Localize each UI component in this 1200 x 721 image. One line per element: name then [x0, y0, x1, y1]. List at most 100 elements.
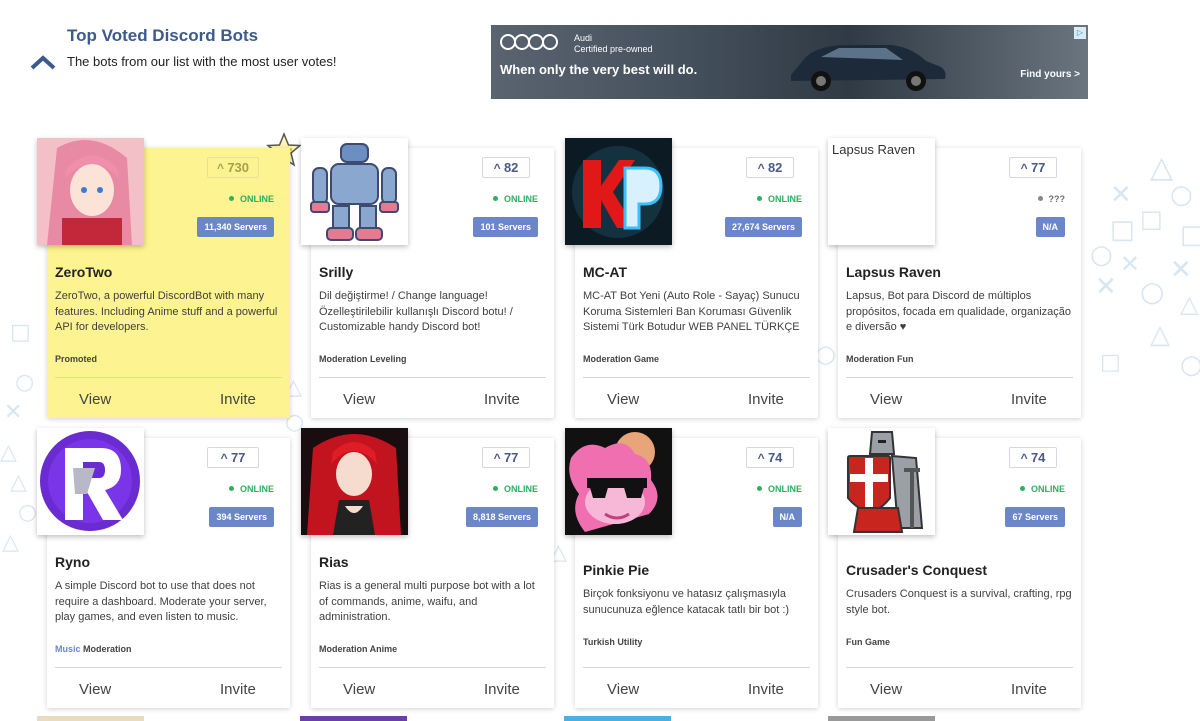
status-label: ONLINE: [239, 194, 274, 204]
view-button[interactable]: View: [79, 681, 111, 698]
next-row-avatar: [828, 716, 935, 721]
view-button[interactable]: View: [870, 391, 902, 408]
server-count-badge: N/A: [772, 507, 802, 527]
bot-name[interactable]: ZeroTwo: [55, 264, 112, 280]
adchoices-icon[interactable]: ▷: [1074, 27, 1086, 39]
bot-name[interactable]: Ryno: [55, 554, 90, 570]
chevron-up-icon: ^: [220, 451, 231, 465]
view-button[interactable]: View: [870, 681, 902, 698]
tag-list[interactable]: Moderation Leveling: [319, 354, 407, 364]
bot-card[interactable]: ^ 730 ONLINE 11,340 Servers ZeroTwo ZeroTwo,…: [37, 138, 290, 418]
invite-button[interactable]: Invite: [220, 681, 256, 698]
invite-button[interactable]: Invite: [1011, 681, 1047, 698]
crusader-knight-avatar[interactable]: [828, 428, 935, 535]
tag-list[interactable]: Moderation Fun: [846, 354, 914, 364]
card-divider: [583, 667, 810, 668]
status-label: ONLINE: [1030, 484, 1065, 494]
tag-list[interactable]: Promoted: [55, 354, 97, 364]
server-count-badge: 101 Servers: [473, 217, 538, 237]
status-label: ONLINE: [503, 194, 538, 204]
bot-name[interactable]: Crusader's Conquest: [846, 562, 987, 578]
upvote-button[interactable]: ^ 77: [1009, 157, 1057, 178]
status-badge: ONLINE: [228, 194, 274, 204]
anime-girl-avatar[interactable]: [37, 138, 144, 245]
card-divider: [319, 667, 546, 668]
tag-link[interactable]: Music: [55, 644, 81, 654]
status-dot-icon: [756, 486, 762, 491]
upvote-button[interactable]: ^ 77: [482, 447, 530, 468]
tag-list[interactable]: Fun Game: [846, 637, 890, 647]
kp-logo-avatar[interactable]: [565, 138, 672, 245]
card-actions: View Invite: [575, 391, 818, 421]
r-logo-avatar[interactable]: [37, 428, 144, 535]
invite-button[interactable]: Invite: [748, 681, 784, 698]
avatar-alt-text: Lapsus Raven: [832, 142, 916, 157]
bot-card[interactable]: ^ 82 ONLINE 101 Servers Srilly Dil değiştirm…: [301, 138, 554, 418]
bot-card[interactable]: ^ 74 ONLINE 67 Servers Crusader's Conquest C…: [828, 428, 1081, 711]
bot-description: ZeroTwo, a powerful DiscordBot with many…: [55, 290, 278, 333]
bot-name[interactable]: Pinkie Pie: [583, 562, 649, 578]
bot-card[interactable]: ^ 74 ONLINE N/A Pinkie Pie Birçok fonksiyonu…: [565, 428, 818, 708]
ad-subtitle: Certified pre-owned: [574, 44, 653, 54]
bot-name[interactable]: Srilly: [319, 264, 353, 280]
view-button[interactable]: View: [343, 391, 375, 408]
upvote-button[interactable]: ^ 77: [207, 447, 259, 468]
bot-card[interactable]: Lapsus Raven ^ 77??? N/A Lapsus Raven Lapsus…: [828, 138, 1081, 418]
view-button[interactable]: View: [607, 391, 639, 408]
bot-card[interactable]: ^ 82 ONLINE 27,674 Servers MC-AT MC-AT Bot Y…: [565, 138, 818, 421]
ad-cta-link[interactable]: Find yours >: [1020, 69, 1080, 80]
bot-name[interactable]: MC-AT: [583, 264, 627, 280]
bot-description: Dil değiştirme! / Change language! Özell…: [319, 290, 513, 333]
card-divider: [55, 667, 282, 668]
status-dot-icon: [492, 486, 498, 491]
view-button[interactable]: View: [607, 681, 639, 698]
card-divider: [846, 377, 1073, 378]
tag-list[interactable]: Moderation: [83, 644, 132, 654]
chevron-up-icon: [30, 55, 56, 70]
status-dot-icon: [756, 196, 762, 201]
bot-card[interactable]: ^ 77 ONLINE 8,818 Servers Rias Rias is a gen…: [301, 428, 554, 711]
invite-button[interactable]: Invite: [748, 391, 784, 408]
bot-tags: Turkish Utility: [583, 637, 642, 647]
robot-avatar[interactable]: [301, 138, 408, 245]
tag-list[interactable]: Turkish Utility: [583, 637, 642, 647]
pink-pony-avatar[interactable]: [565, 428, 672, 535]
upvote-button[interactable]: ^ 82: [482, 157, 530, 178]
upvote-button[interactable]: ^ 730: [207, 157, 259, 178]
card-actions: View Invite: [838, 681, 1081, 711]
tag-list[interactable]: Moderation Game: [583, 354, 659, 364]
tag-list[interactable]: Moderation Anime: [319, 644, 397, 654]
bot-tags: Moderation Fun: [846, 354, 914, 364]
invite-button[interactable]: Invite: [220, 391, 256, 408]
vote-count: 82: [503, 160, 519, 175]
chevron-up-icon: ^: [1020, 161, 1031, 175]
invite-button[interactable]: Invite: [484, 391, 520, 408]
status-badge: ONLINE: [1019, 484, 1065, 494]
bot-tags: Promoted: [55, 354, 97, 364]
ad-banner[interactable]: Audi Certified pre-owned When only the v…: [491, 25, 1088, 99]
bot-description: Birçok fonksiyonu ve hatasız çalışmasıyl…: [583, 588, 790, 616]
upvote-button[interactable]: ^ 82: [746, 157, 794, 178]
chevron-up-icon: ^: [1020, 451, 1031, 465]
audi-rings-icon: [500, 34, 558, 50]
card-divider: [846, 667, 1073, 668]
bot-card[interactable]: ^ 77 ONLINE 394 Servers Ryno A simple Discor…: [37, 428, 290, 711]
bot-name[interactable]: Lapsus Raven: [846, 264, 941, 280]
card-actions: View Invite: [311, 681, 554, 711]
red-hair-anime-avatar[interactable]: [301, 428, 408, 535]
invite-button[interactable]: Invite: [1011, 391, 1047, 408]
invite-button[interactable]: Invite: [484, 681, 520, 698]
status-dot-icon: [228, 486, 234, 491]
chevron-up-icon: ^: [493, 161, 504, 175]
upvote-button[interactable]: ^ 74: [746, 447, 794, 468]
broken-image[interactable]: Lapsus Raven: [828, 138, 935, 245]
chevron-up-icon: ^: [757, 451, 768, 465]
view-button[interactable]: View: [79, 391, 111, 408]
status-label: ONLINE: [767, 484, 802, 494]
card-actions: View Invite: [47, 681, 290, 711]
status-dot-icon: [228, 196, 234, 201]
bot-name[interactable]: Rias: [319, 554, 349, 570]
view-button[interactable]: View: [343, 681, 375, 698]
bot-tags: Moderation Game: [583, 354, 659, 364]
upvote-button[interactable]: ^ 74: [1009, 447, 1057, 468]
